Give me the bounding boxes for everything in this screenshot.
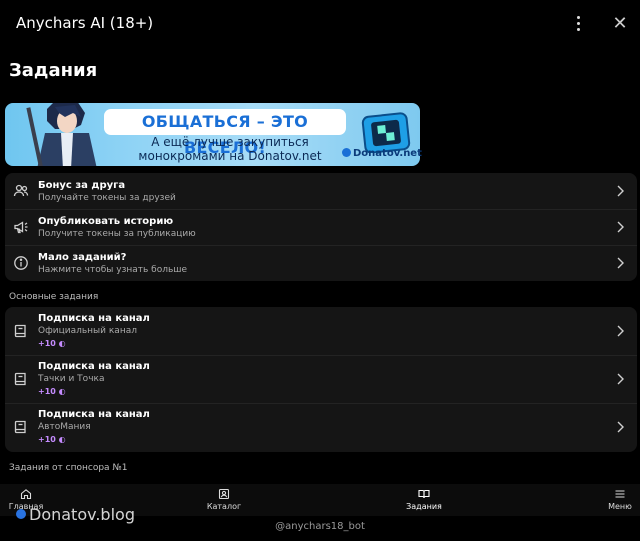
task-reward: +10 ◐ (38, 339, 66, 348)
chevron-right-icon (617, 221, 624, 233)
catalog-icon (218, 488, 230, 500)
task-subtitle: Тачки и Точка (38, 374, 105, 384)
section-label-sponsor: Задания от спонсора №1 (9, 463, 128, 473)
book-icon (14, 372, 26, 386)
close-button[interactable]: ✕ (606, 10, 634, 38)
page-title: Задания (9, 60, 98, 81)
task-reward: +10 ◐ (38, 435, 66, 444)
section-label-main: Основные задания (9, 292, 99, 302)
task-title: Подписка на канал (38, 313, 150, 324)
chevron-right-icon (617, 257, 624, 269)
app-title: Anychars AI (18+) (16, 14, 154, 32)
token-icon: ◐ (58, 339, 66, 348)
banner-headline: ОБЩАТЬСЯ – ЭТО ВЕСЕЛО! (104, 109, 346, 157)
book-icon (14, 420, 26, 434)
nav-catalog[interactable]: Каталог (200, 484, 248, 516)
task-subtitle: Нажмите чтобы узнать больше (38, 265, 188, 275)
menu-icon (615, 490, 625, 498)
bot-handle: @anychars18_bot (275, 521, 365, 532)
home-icon (20, 489, 32, 500)
nav-label: Задания (406, 502, 442, 511)
megaphone-icon (14, 221, 28, 234)
banner-line-2: монокромами на Donatov.net (138, 149, 322, 163)
task-title: Бонус за друга (38, 180, 126, 191)
task-title: Мало заданий? (38, 252, 127, 263)
task-row-friend-bonus[interactable]: Бонус за друга Получайте токены за друзе… (5, 173, 637, 209)
nav-label: Каталог (206, 502, 242, 511)
task-row-few-tasks[interactable]: Мало заданий? Нажмите чтобы узнать больш… (5, 245, 637, 281)
task-row-subscribe[interactable]: Подписка на канал АвтоМания +10 ◐ (5, 403, 637, 451)
chevron-right-icon (617, 421, 624, 433)
token-icon: ◐ (58, 387, 66, 396)
nav-menu[interactable]: Меню (600, 484, 640, 516)
device-illustration (361, 112, 411, 153)
task-title: Опубликовать историю (38, 216, 174, 227)
chevron-right-icon (617, 325, 624, 337)
tasks-icon (418, 489, 430, 499)
task-row-subscribe[interactable]: Подписка на канал Тачки и Точка +10 ◐ (5, 355, 637, 403)
watermark-logo-icon (16, 509, 26, 519)
task-subtitle: АвтоМания (38, 422, 91, 432)
nav-label: Меню (608, 502, 632, 511)
donatov-logo-icon (342, 148, 351, 157)
task-row-publish-story[interactable]: Опубликовать историю Получите токены за … (5, 209, 637, 245)
top-tasks-card: Бонус за друга Получайте токены за друзе… (5, 173, 637, 281)
task-title: Подписка на канал (38, 409, 150, 420)
chevron-right-icon (617, 185, 624, 197)
info-icon (14, 256, 28, 270)
task-subtitle: Получите токены за публикацию (38, 229, 196, 239)
users-icon (13, 184, 29, 197)
task-row-subscribe[interactable]: Подписка на канал Официальный канал +10 … (5, 307, 637, 355)
chevron-right-icon (617, 373, 624, 385)
token-icon: ◐ (58, 435, 66, 444)
top-bar: Anychars AI (18+) ✕ (0, 0, 640, 48)
task-title: Подписка на канал (38, 361, 150, 372)
task-subtitle: Официальный канал (38, 326, 137, 336)
nav-tasks[interactable]: Задания (400, 484, 448, 516)
book-icon (14, 324, 26, 338)
banner-text: А ещё лучше закупиться монокромами на Do… (115, 135, 345, 163)
task-reward: +10 ◐ (38, 387, 66, 396)
more-options-icon[interactable] (570, 12, 586, 36)
anime-character-illustration (26, 103, 97, 166)
task-subtitle: Получайте токены за друзей (38, 193, 176, 203)
banner-line-1: А ещё лучше закупиться (151, 135, 309, 149)
main-tasks-card: Подписка на канал Официальный канал +10 … (5, 307, 637, 452)
banner-logo: Donatov.net (342, 148, 422, 159)
